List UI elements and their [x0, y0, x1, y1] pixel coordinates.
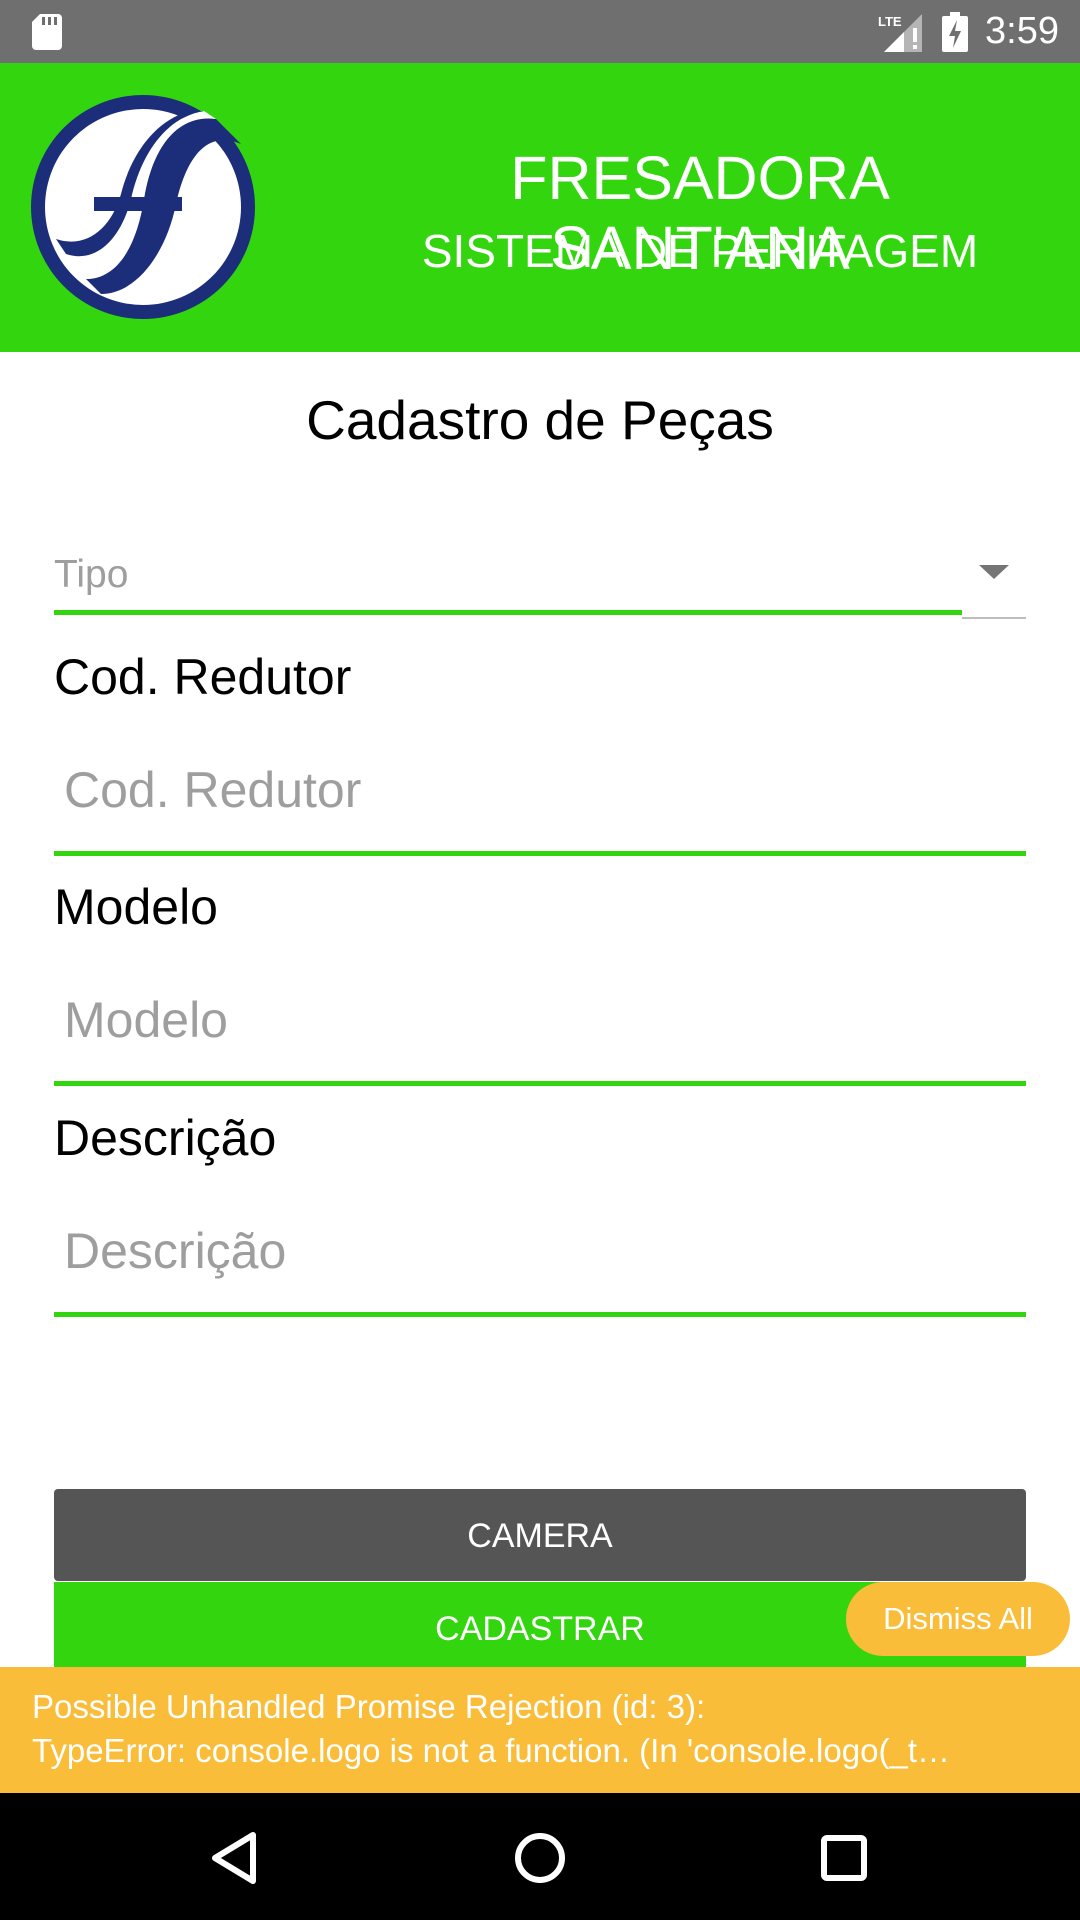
status-bar: LTE 3:59	[0, 0, 1080, 63]
dropdown-arrow-icon	[979, 565, 1009, 579]
tipo-dropdown[interactable]: Tipo	[54, 540, 1026, 620]
svg-text:LTE: LTE	[878, 14, 902, 29]
back-icon[interactable]	[201, 1823, 271, 1893]
sd-card-icon	[32, 14, 62, 50]
warning-message-line2: TypeError: console.logo is not a functio…	[32, 1732, 950, 1769]
fresadora-logo	[31, 95, 255, 319]
descricao-input[interactable]	[54, 1203, 1026, 1299]
lte-signal-icon: LTE	[878, 14, 922, 52]
descricao-underline	[54, 1312, 1026, 1317]
tipo-placeholder: Tipo	[54, 553, 129, 596]
tipo-underline	[54, 610, 962, 615]
camera-button[interactable]: CAMERA	[54, 1489, 1026, 1581]
app-subtitle: SISTEMA DE PERITAGEM	[421, 225, 979, 277]
modelo-input[interactable]	[54, 972, 1026, 1068]
tipo-underline-end	[962, 617, 1026, 619]
modelo-label: Modelo	[54, 879, 218, 935]
cod-redutor-label: Cod. Redutor	[54, 649, 352, 705]
page-title: Cadastro de Peças	[306, 389, 774, 451]
descricao-label: Descrição	[54, 1110, 277, 1166]
recents-icon[interactable]	[809, 1823, 879, 1893]
warning-message-line1: Possible Unhandled Promise Rejection (id…	[32, 1688, 706, 1725]
battery-charging-icon	[942, 12, 968, 52]
yellowbox-warning[interactable]: Possible Unhandled Promise Rejection (id…	[0, 1667, 1080, 1793]
navigation-bar	[0, 1793, 1080, 1920]
cod-redutor-input[interactable]	[54, 742, 1026, 838]
home-icon[interactable]	[505, 1823, 575, 1893]
cod-redutor-underline	[54, 851, 1026, 856]
dismiss-all-button[interactable]: Dismiss All	[846, 1582, 1070, 1656]
clock: 3:59	[985, 10, 1059, 52]
modelo-underline	[54, 1081, 1026, 1086]
app-title: FRESADORA SANT'ANA	[510, 144, 890, 282]
